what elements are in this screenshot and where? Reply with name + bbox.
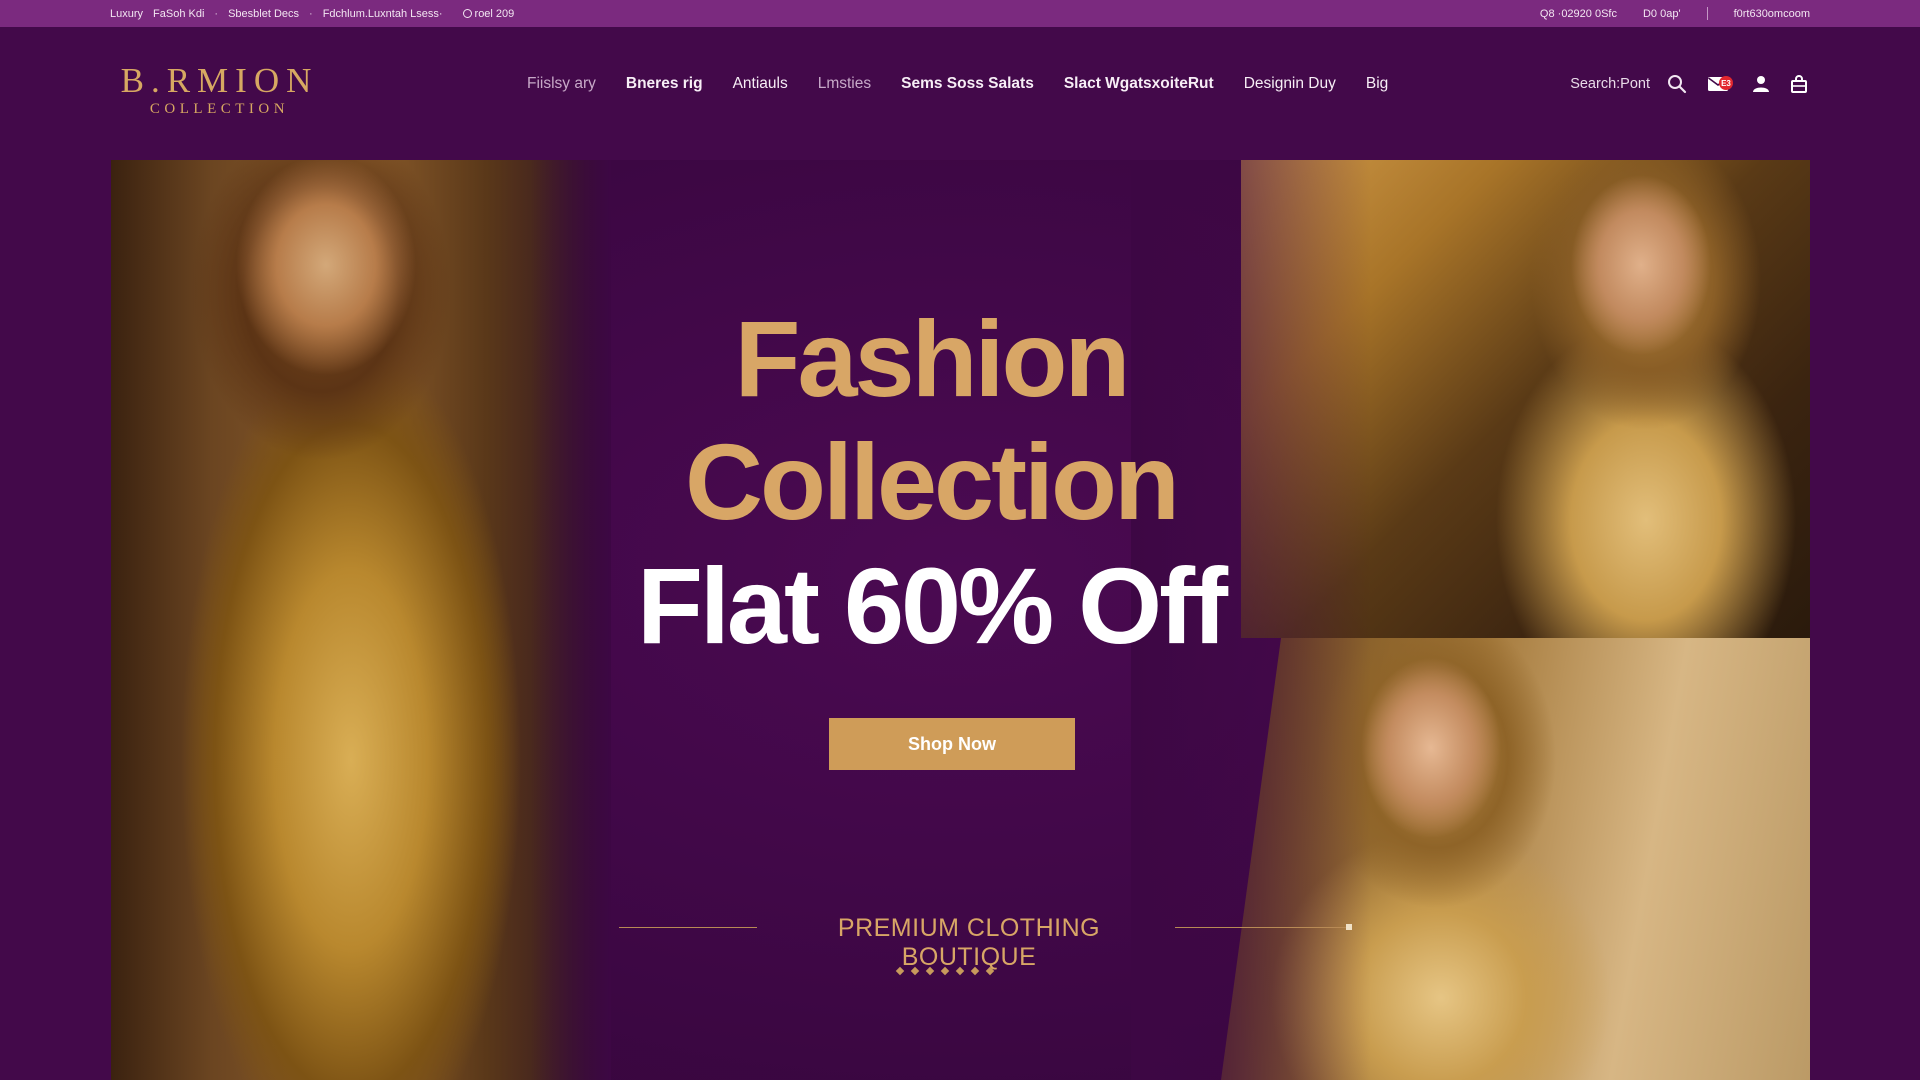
diamond-dot	[925, 966, 935, 976]
tagline-divider-right	[1175, 927, 1347, 928]
header-tools: Search:Pont E3	[1570, 73, 1810, 95]
decorative-diamond-dots	[895, 966, 995, 976]
topbar-left: Luxury FaSoh Kdi · Sbesblet Decs · Fdchl…	[110, 8, 514, 20]
mail-badge: E3	[1719, 76, 1733, 90]
hero-model-photo-left	[111, 160, 611, 1080]
nav-item-1[interactable]: Fiislsy ary	[527, 75, 596, 93]
topbar-text-luxury: Luxury	[110, 7, 144, 20]
diamond-dot	[970, 966, 980, 976]
shop-now-button[interactable]: Shop Now	[829, 718, 1075, 770]
diamond-dot	[940, 966, 950, 976]
nav-item-8[interactable]: Big	[1366, 75, 1388, 93]
nav-item-4[interactable]: Lmsties	[818, 75, 871, 93]
hero-headline-discount: Flat 60% Off	[636, 545, 1228, 666]
tagline-divider-left	[619, 927, 757, 928]
top-utility-bar: Luxury FaSoh Kdi · Sbesblet Decs · Fdchl…	[0, 0, 1920, 27]
hero-banner: Fashion Collection Flat 60% Off Shop Now…	[111, 160, 1810, 1080]
diamond-dot	[955, 966, 965, 976]
nav-item-7[interactable]: Designin Duy	[1244, 75, 1336, 93]
topbar-link[interactable]: FaSoh Kdi	[153, 8, 204, 20]
topbar-hours: roel 209	[462, 7, 515, 20]
topbar-link[interactable]: Fdchlum.Luxntah Lsess·	[323, 8, 443, 20]
topbar-link[interactable]: Sbesblet Decs	[228, 8, 299, 20]
topbar-hours-text: roel 209	[474, 7, 515, 20]
nav-item-2[interactable]: Bneres rig	[626, 75, 703, 93]
search-label[interactable]: Search:Pont	[1570, 76, 1650, 92]
tagline-text: PREMIUM CLOTHING BOUTIQUE	[837, 914, 1101, 971]
diamond-dot	[895, 966, 905, 976]
search-icon[interactable]	[1666, 73, 1688, 95]
diamond-dot	[910, 966, 920, 976]
nav-item-5[interactable]: Sems Soss Salats	[901, 75, 1034, 93]
site-header: B.RMION COLLECTION Fiislsy ary Bneres ri…	[0, 27, 1920, 133]
hero-headline-fashion: Fashion	[734, 298, 1130, 419]
topbar-phone[interactable]: Q8 ·02920 0Sfc	[1540, 8, 1617, 20]
topbar-separator: ·	[309, 7, 313, 20]
logo-sub-text: COLLECTION	[149, 101, 290, 117]
topbar-email[interactable]: f0rt630omcoom	[1734, 8, 1810, 20]
shopping-bag-icon[interactable]	[1788, 73, 1810, 95]
mail-icon[interactable]: E3	[1704, 73, 1734, 95]
nav-item-3[interactable]: Antiauls	[733, 75, 788, 93]
tagline-divider-end-marker	[1346, 924, 1352, 930]
nav-item-6[interactable]: Slact WgatsxoiteRut	[1064, 75, 1214, 93]
user-icon[interactable]	[1750, 73, 1772, 95]
logo-brand-text: B.RMION	[120, 61, 319, 100]
brand-logo[interactable]: B.RMION COLLECTION	[117, 63, 322, 118]
hero-headline-collection: Collection	[684, 421, 1180, 542]
main-navigation: Fiislsy ary Bneres rig Antiauls Lmsties …	[527, 75, 1388, 93]
clock-icon	[462, 8, 472, 18]
topbar-divider	[1706, 7, 1708, 20]
tagline-row: PREMIUM CLOTHING BOUTIQUE	[619, 912, 1359, 971]
diamond-dot	[985, 966, 995, 976]
topbar-separator: ·	[214, 7, 219, 20]
topbar-app-link[interactable]: D0 0ap'	[1643, 8, 1681, 20]
topbar-right: Q8 ·02920 0Sfc D0 0ap' f0rt630omcoom	[1540, 7, 1810, 20]
